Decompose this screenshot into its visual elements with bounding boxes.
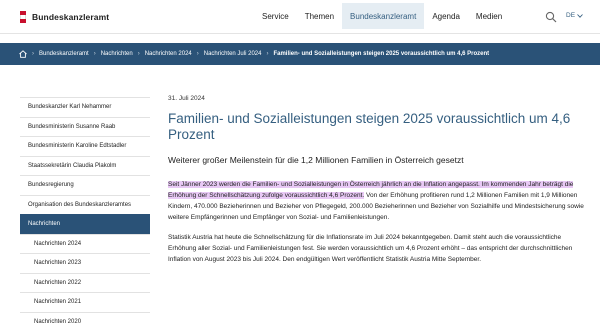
article-subtitle: Weiterer großer Meilenstein für die 1,2 … [168, 155, 464, 165]
breadcrumb-item-nachrichten-juli-2024[interactable]: Nachrichten Juli 2024 [204, 51, 262, 57]
sidebar-item-staatssekretaerin[interactable]: Staatssekretärin Claudia Plakolm [20, 155, 150, 176]
article-lead: Seit Jänner 2023 werden die Familien- un… [168, 179, 588, 223]
chevron-down-icon [577, 13, 583, 18]
breadcrumb-separator: › [266, 51, 269, 57]
nav-item-themen[interactable]: Themen [297, 3, 342, 29]
sidebar-item-organisation[interactable]: Organisation des Bundeskanzleramtes [20, 194, 150, 215]
sidebar-item-nachrichten-2023[interactable]: Nachrichten 2023 [20, 253, 150, 273]
sidebar-nav: Bundeskanzler Karl Nehammer Bundesminist… [20, 97, 150, 330]
breadcrumb-separator: › [93, 51, 96, 57]
sidebar-item-bundeskanzler[interactable]: Bundeskanzler Karl Nehammer [20, 97, 150, 117]
nav-item-agenda[interactable]: Agenda [424, 3, 468, 29]
breadcrumb-separator: › [137, 51, 140, 57]
sidebar-item-nachrichten-2021[interactable]: Nachrichten 2021 [20, 292, 150, 312]
breadcrumb-item-current: Familien- und Sozialleistungen steigen 2… [273, 51, 490, 57]
breadcrumb: › Bundeskanzleramt › Nachrichten › Nachr… [0, 43, 600, 65]
austria-flag-icon [20, 11, 26, 23]
language-label: DE [566, 12, 576, 19]
sidebar-item-nachrichten-2020[interactable]: Nachrichten 2020 [20, 311, 150, 330]
logo-text: Bundeskanzleramt [32, 12, 110, 22]
site-header: Bundeskanzleramt Service Themen Bundeska… [0, 0, 600, 34]
breadcrumb-item-nachrichten[interactable]: Nachrichten [101, 51, 133, 57]
sidebar-item-bundesregierung[interactable]: Bundesregierung [20, 175, 150, 195]
sidebar-item-nachrichten-2022[interactable]: Nachrichten 2022 [20, 272, 150, 293]
home-icon[interactable] [19, 50, 27, 58]
sidebar-item-nachrichten-2024[interactable]: Nachrichten 2024 [20, 233, 150, 254]
language-selector[interactable]: DE [566, 12, 583, 19]
nav-item-service[interactable]: Service [254, 3, 297, 29]
breadcrumb-separator: › [196, 51, 199, 57]
nav-item-bundeskanzleramt[interactable]: Bundeskanzleramt [342, 3, 425, 29]
article: 31. Juli 2024 Familien- und Sozialleistu… [168, 95, 588, 265]
breadcrumb-item-bundeskanzleramt[interactable]: Bundeskanzleramt [39, 51, 89, 57]
nav-item-medien[interactable]: Medien [468, 3, 510, 29]
breadcrumb-item-nachrichten-2024[interactable]: Nachrichten 2024 [145, 51, 192, 57]
sidebar-item-bundesministerin-raab[interactable]: Bundesministerin Susanne Raab [20, 116, 150, 137]
sidebar-item-bundesministerin-edtstadler[interactable]: Bundesministerin Karoline Edtstadler [20, 136, 150, 156]
sidebar-item-nachrichten[interactable]: Nachrichten [20, 214, 150, 234]
article-paragraph: Statistik Austria hat heute die Schnells… [168, 234, 573, 263]
search-icon[interactable] [545, 11, 557, 23]
site-logo[interactable]: Bundeskanzleramt [20, 10, 109, 24]
main-nav: Service Themen Bundeskanzleramt Agenda M… [254, 0, 510, 34]
article-date: 31. Juli 2024 [168, 95, 205, 102]
article-title: Familien- und Sozialleistungen steigen 2… [168, 111, 571, 142]
breadcrumb-separator: › [32, 51, 34, 57]
